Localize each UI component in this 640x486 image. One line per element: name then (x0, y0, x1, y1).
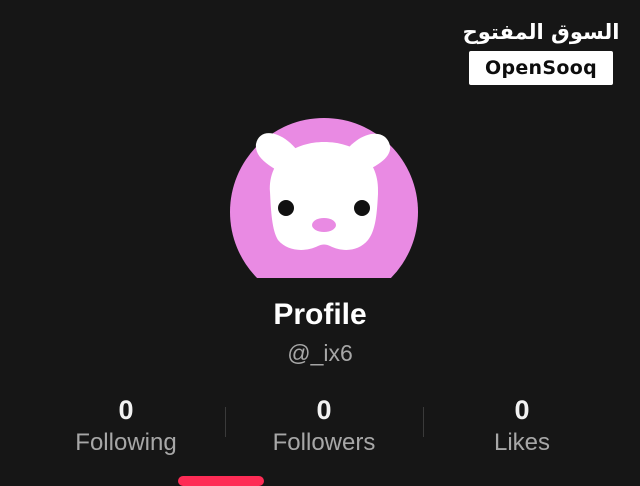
bunny-face (269, 142, 379, 250)
watermark-brand-logo: OpenSooq (469, 51, 613, 85)
watermark-arabic-text: السوق المفتوح (462, 20, 620, 44)
stat-following-count: 0 (118, 395, 134, 425)
stat-likes-label: Likes (493, 429, 551, 456)
stat-following[interactable]: 0 Following (26, 393, 226, 458)
opensooq-watermark: السوق المفتوح OpenSooq (463, 22, 620, 85)
follow-button[interactable] (178, 476, 264, 486)
profile-stats: 0 Following 0 Followers 0 Likes (26, 393, 626, 463)
profile-handle: @_ix6 (287, 340, 353, 366)
profile-avatar[interactable] (230, 118, 418, 278)
stat-followers-count: 0 (316, 395, 332, 425)
bunny-nose (312, 218, 336, 232)
stat-followers[interactable]: 0 Followers (224, 393, 424, 458)
right-eye (354, 200, 370, 216)
stat-likes[interactable]: 0 Likes (422, 393, 622, 458)
stat-followers-label: Followers (272, 429, 376, 456)
stat-following-label: Following (75, 429, 177, 456)
profile-name: Profile (273, 298, 367, 331)
stat-likes-count: 0 (514, 395, 530, 425)
left-eye (278, 200, 294, 216)
bunny-avatar-icon (230, 118, 418, 278)
